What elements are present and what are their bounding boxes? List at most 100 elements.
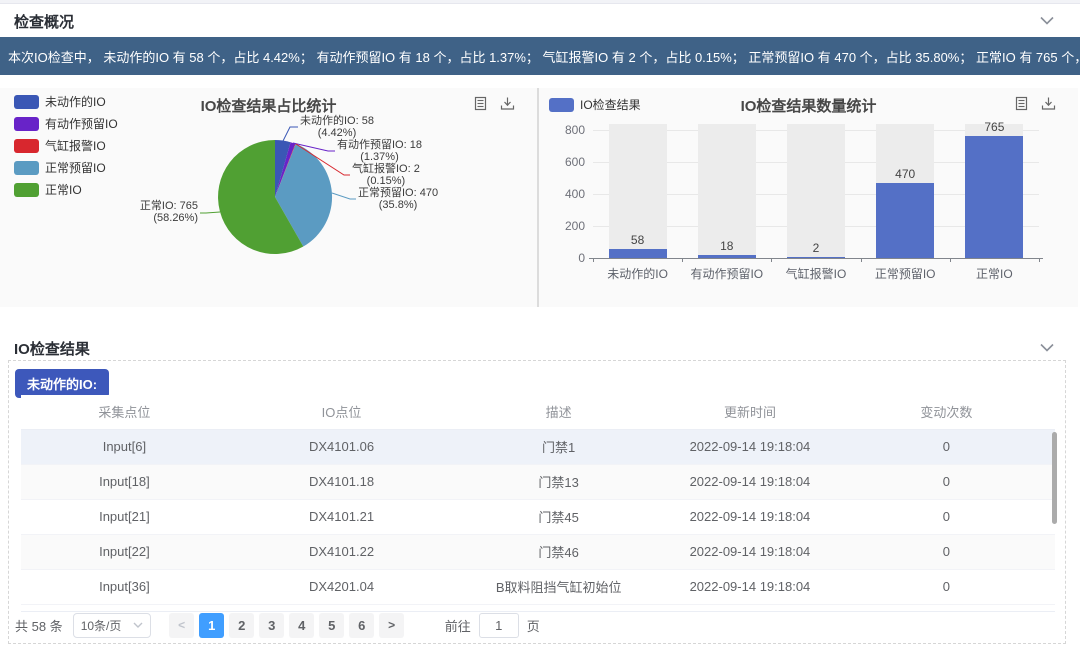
pie-legend-item[interactable]: 有动作预留IO xyxy=(14,116,118,131)
bar-value-label: 18 xyxy=(697,239,757,253)
legend-label: 未动作的IO xyxy=(45,93,106,110)
table-cell: DX4201.04 xyxy=(228,569,455,604)
pie-slice-label: 气缸报警IO: 2(0.15%) xyxy=(352,163,420,187)
goto-page-input[interactable] xyxy=(479,613,519,638)
save-as-image-icon[interactable] xyxy=(500,96,515,111)
data-view-icon[interactable] xyxy=(1014,96,1029,111)
page-number-button[interactable]: 2 xyxy=(229,613,254,638)
page-size-value: 10条/页 xyxy=(81,617,122,634)
page-number-button[interactable]: 4 xyxy=(289,613,314,638)
next-page-button[interactable]: > xyxy=(379,613,404,638)
table-cell: 0 xyxy=(838,499,1055,534)
pagination-total: 共 58 条 xyxy=(15,616,63,635)
table-row: Input[22]DX4101.22门禁462022-09-14 19:18:0… xyxy=(21,534,1055,569)
summary-banner-text: 本次IO检查中， 未动作的IO 有 58 个，占比 4.42%； 有动作预留IO… xyxy=(8,47,1080,66)
io-inspection-page: 检查概况 本次IO检查中， 未动作的IO 有 58 个，占比 4.42%； 有动… xyxy=(0,0,1080,646)
x-axis-category-label: 有动作预留IO xyxy=(682,265,772,282)
table-cell: 2022-09-14 19:18:04 xyxy=(662,464,838,499)
table-cell: 0 xyxy=(838,569,1055,604)
table-row: Input[36]DX4201.04B取料阻挡气缸初始位2022-09-14 1… xyxy=(21,569,1055,604)
bar-value-label: 765 xyxy=(964,120,1024,134)
table-cell: 0 xyxy=(838,534,1055,569)
pie-legend-item[interactable]: 未动作的IO xyxy=(14,94,118,109)
table-cell: DX4101.22 xyxy=(228,534,455,569)
io-results-table: 采集点位IO点位描述更新时间变动次数 Input[6]DX4101.06门禁12… xyxy=(21,395,1055,605)
table-column-header: IO点位 xyxy=(228,395,455,429)
save-as-image-icon[interactable] xyxy=(1041,96,1056,111)
pie-legend-item[interactable]: 正常预留IO xyxy=(14,160,118,175)
table-cell: 门禁46 xyxy=(455,534,662,569)
table-row: Input[18]DX4101.18门禁132022-09-14 19:18:0… xyxy=(21,464,1055,499)
bar-legend-item[interactable]: IO检查结果 xyxy=(549,96,641,113)
x-axis-category-label: 正常预留IO xyxy=(860,265,950,282)
table-header: 采集点位IO点位描述更新时间变动次数 xyxy=(21,395,1055,429)
bar xyxy=(609,249,667,258)
pie-slice-label: 有动作预留IO: 18(1.37%) xyxy=(337,139,422,163)
table-cell: 2022-09-14 19:18:04 xyxy=(662,499,838,534)
table-cell: Input[18] xyxy=(21,464,228,499)
page-number-button[interactable]: 5 xyxy=(319,613,344,638)
y-axis-tick-label: 400 xyxy=(555,187,585,201)
page-number-button[interactable]: 3 xyxy=(259,613,284,638)
pie-chart-card: IO检查结果占比统计 未动作的IO有动作预留IO气缸报警IO正常预留IO正常IO… xyxy=(0,88,537,307)
pie-slice-label: 正常IO: 765(58.26%) xyxy=(106,200,198,224)
bar-value-label: 58 xyxy=(608,233,668,247)
io-results-panel: 未动作的IO: 采集点位IO点位描述更新时间变动次数 Input[6]DX410… xyxy=(8,360,1066,644)
collapse-overview-chevron-icon[interactable] xyxy=(1040,16,1054,25)
table-scrollbar[interactable] xyxy=(1052,432,1057,524)
table-column-header: 描述 xyxy=(455,395,662,429)
summary-banner: 本次IO检查中， 未动作的IO 有 58 个，占比 4.42%； 有动作预留IO… xyxy=(0,37,1080,75)
pie-slice-label: 未动作的IO: 58(4.42%) xyxy=(300,115,374,139)
table-row: Input[6]DX4101.06门禁12022-09-14 19:18:040 xyxy=(21,429,1055,464)
bar-legend-swatch xyxy=(549,98,574,112)
goto-page-suffix: 页 xyxy=(527,616,540,635)
data-view-icon[interactable] xyxy=(473,96,488,111)
legend-swatch xyxy=(14,117,39,131)
legend-label: 气缸报警IO xyxy=(45,137,106,154)
table-cell: 门禁45 xyxy=(455,499,662,534)
pie-chart-toolbox xyxy=(473,96,515,111)
table-cell: 门禁1 xyxy=(455,429,662,464)
x-axis-tick xyxy=(861,258,862,262)
pie-legend-item[interactable]: 气缸报警IO xyxy=(14,138,118,153)
prev-page-button[interactable]: < xyxy=(169,613,194,638)
y-axis-tick-label: 800 xyxy=(555,123,585,137)
pie-label-leader-line xyxy=(332,193,356,199)
legend-swatch xyxy=(14,161,39,175)
pie-slice-label: 正常预留IO: 470(35.8%) xyxy=(358,187,438,211)
charts-row: IO检查结果占比统计 未动作的IO有动作预留IO气缸报警IO正常预留IO正常IO… xyxy=(0,88,1080,307)
table-column-header: 更新时间 xyxy=(662,395,838,429)
bar-background-band xyxy=(787,124,845,258)
table-cell: DX4101.18 xyxy=(228,464,455,499)
pie-legend-item[interactable]: 正常IO xyxy=(14,182,118,197)
bar-background-band xyxy=(698,124,756,258)
x-axis-tick xyxy=(950,258,951,262)
page-number-button[interactable]: 1 xyxy=(199,613,224,638)
legend-swatch xyxy=(14,139,39,153)
overview-section-title: 检查概况 xyxy=(14,11,74,32)
bar xyxy=(876,183,934,258)
table-column-header: 采集点位 xyxy=(21,395,228,429)
table-cell: DX4101.06 xyxy=(228,429,455,464)
table-cell: Input[36] xyxy=(21,569,228,604)
x-axis-tick xyxy=(593,258,594,262)
collapse-results-chevron-icon[interactable] xyxy=(1040,343,1054,352)
x-axis-category-label: 气缸报警IO xyxy=(771,265,861,282)
pagination: 共 58 条 10条/页 < 123456 > 前往 页 xyxy=(15,612,540,638)
pie-label-leader-line xyxy=(200,212,220,213)
table-cell: 2022-09-14 19:18:04 xyxy=(662,429,838,464)
bar-legend-label: IO检查结果 xyxy=(580,96,641,113)
select-chevron-icon xyxy=(133,622,143,628)
page-number-buttons: 123456 xyxy=(197,613,377,638)
x-axis-category-label: 正常IO xyxy=(949,265,1039,282)
table-cell: 0 xyxy=(838,429,1055,464)
category-badge[interactable]: 未动作的IO: xyxy=(15,369,109,398)
y-axis-tick-label: 0 xyxy=(555,251,585,265)
x-axis-tick xyxy=(1039,258,1040,262)
page-size-select[interactable]: 10条/页 xyxy=(73,613,151,638)
bar-chart-card: IO检查结果 IO检查结果数量统计 020040060080058未动作的IO1… xyxy=(537,88,1078,307)
legend-label: 正常IO xyxy=(45,181,82,198)
table-cell: 2022-09-14 19:18:04 xyxy=(662,569,838,604)
y-axis-tick-label: 600 xyxy=(555,155,585,169)
page-number-button[interactable]: 6 xyxy=(349,613,374,638)
